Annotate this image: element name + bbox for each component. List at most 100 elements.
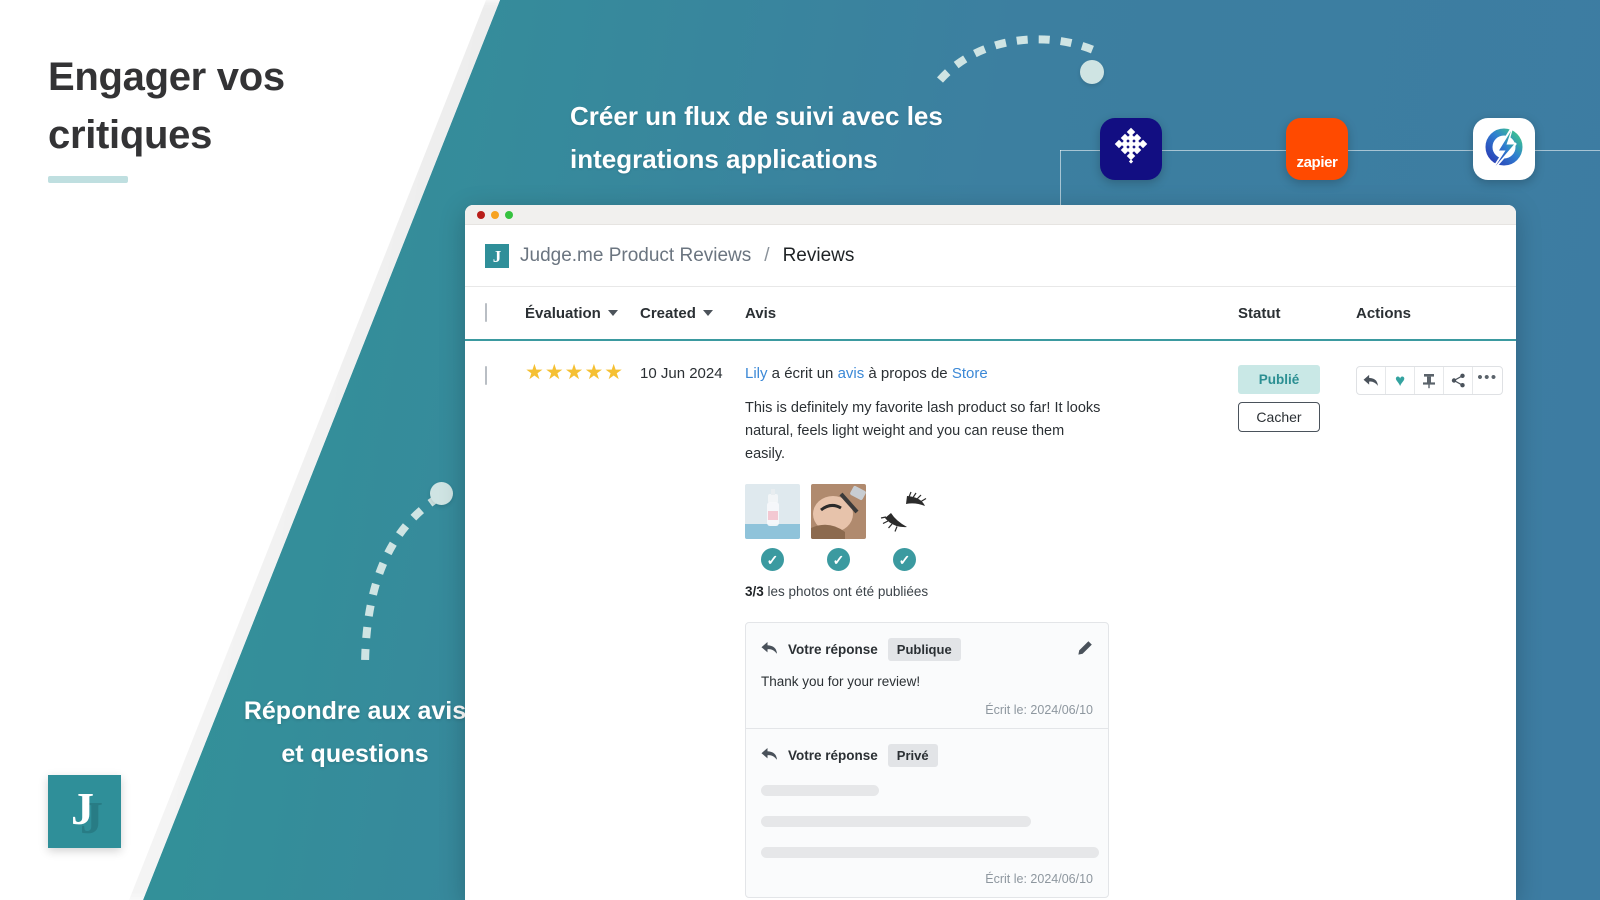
chevron-down-icon[interactable] — [703, 310, 713, 316]
minimize-window-icon[interactable] — [491, 211, 499, 219]
pin-action-icon[interactable] — [1415, 367, 1444, 394]
klaviyo-app-icon[interactable] — [1100, 118, 1162, 180]
photo-published-check-icon: ✓ — [761, 548, 784, 571]
column-header-evaluation-label: Évaluation — [525, 305, 601, 322]
review-photo-2[interactable]: ✓ — [811, 484, 866, 571]
photo-thumbnail[interactable] — [811, 484, 866, 539]
breadcrumb: J Judge.me Product Reviews / Reviews — [465, 225, 1516, 287]
slide-canvas: Engager vos critiques Créer un flux de s… — [0, 0, 1600, 900]
photo-thumbnail[interactable] — [745, 484, 800, 539]
reply-arrow-icon — [761, 641, 778, 659]
column-header-statut: Statut — [1238, 305, 1356, 322]
reply-visibility-chip-private: Privé — [888, 744, 938, 767]
store-link[interactable]: Store — [952, 365, 988, 382]
chevron-down-icon[interactable] — [608, 310, 618, 316]
reply-skeleton-line — [761, 785, 879, 796]
select-all-cell[interactable] — [485, 304, 525, 322]
review-cell: Lily a écrit un avis à propos de Store T… — [745, 361, 1238, 898]
row-select-checkbox[interactable] — [485, 366, 487, 385]
photo-published-check-icon: ✓ — [893, 548, 916, 571]
actions-cell: ♥ — [1356, 361, 1516, 898]
review-photos: ✓ ✓ — [745, 484, 1238, 571]
created-date: 10 Jun 2024 — [640, 361, 745, 898]
row-select-cell[interactable] — [485, 361, 525, 898]
photo-published-count: 3/3 les photos ont été publiées — [745, 584, 1238, 599]
rating-cell: ★★★★★ — [525, 361, 640, 898]
status-badge: Publié — [1238, 365, 1320, 394]
photo-thumbnail[interactable] — [877, 484, 932, 539]
review-photo-1[interactable]: ✓ — [745, 484, 800, 571]
curve-endpoint-dot-top — [1080, 60, 1104, 84]
breadcrumb-app-name[interactable]: Judge.me Product Reviews — [520, 245, 751, 267]
reply-private-header: Votre réponse Privé — [761, 744, 1093, 767]
window-titlebar — [465, 205, 1516, 225]
review-link[interactable]: avis — [838, 365, 865, 382]
column-header-created-label: Created — [640, 305, 696, 322]
status-cell: Publié Cacher — [1238, 361, 1356, 898]
ellipsis-glyph-icon: ••• — [1477, 370, 1497, 385]
edit-reply-icon[interactable] — [1077, 640, 1093, 660]
zapier-label: zapier — [1297, 154, 1338, 171]
reply-caption: Répondre aux avis et questions — [240, 690, 470, 776]
share-action-icon[interactable] — [1444, 367, 1473, 394]
maximize-window-icon[interactable] — [505, 211, 513, 219]
reply-private: Votre réponse Privé Écrit le: 2024/06/10 — [746, 728, 1108, 897]
klaviyo-glyph-icon — [1108, 126, 1154, 172]
browser-window: J Judge.me Product Reviews / Reviews Éva… — [465, 205, 1516, 900]
review-photo-3[interactable]: ✓ — [877, 484, 932, 571]
reply-action-icon[interactable] — [1357, 367, 1386, 394]
page-title: Engager vos critiques — [48, 48, 448, 164]
judgeme-corner-logo: J — [48, 775, 121, 848]
hide-review-button[interactable]: Cacher — [1238, 402, 1320, 432]
select-all-checkbox[interactable] — [485, 303, 487, 322]
review-headline-text2: à propos de — [864, 365, 952, 382]
reply-public: Votre réponse Publique Thank you for you… — [746, 623, 1108, 728]
reply-public-header: Votre réponse Publique — [761, 638, 1093, 661]
column-header-avis-label: Avis — [745, 305, 776, 322]
photo-count-number: 3/3 — [745, 584, 764, 599]
column-header-actions-label: Actions — [1356, 305, 1411, 322]
pin-glyph-icon — [1422, 373, 1436, 389]
breadcrumb-current-page: Reviews — [783, 245, 855, 267]
reply-public-date: Écrit le: 2024/06/10 — [761, 703, 1093, 717]
review-body-text: This is definitely my favorite lash prod… — [745, 397, 1105, 467]
omnisend-app-icon[interactable] — [1473, 118, 1535, 180]
column-header-avis: Avis — [745, 305, 1238, 322]
zapier-app-icon[interactable]: zapier — [1286, 118, 1348, 180]
judgeme-app-icon: J — [485, 244, 509, 268]
column-header-statut-label: Statut — [1238, 305, 1281, 322]
reply-public-text: Thank you for your review! — [761, 674, 1093, 689]
star-rating-icon: ★★★★★ — [525, 361, 624, 384]
close-window-icon[interactable] — [477, 211, 485, 219]
pencil-glyph-icon — [1077, 640, 1093, 656]
reply-arrow-glyph-icon — [1363, 374, 1379, 387]
replies-card: Votre réponse Publique Thank you for you… — [745, 622, 1109, 898]
share-glyph-icon — [1451, 373, 1466, 388]
column-header-evaluation[interactable]: Évaluation — [525, 305, 640, 322]
curve-endpoint-dot-bottom — [430, 482, 453, 505]
reply-public-label: Votre réponse — [788, 642, 878, 657]
integration-headline: Créer un flux de suivi avec les integrat… — [570, 95, 1040, 181]
more-action-icon[interactable]: ••• — [1473, 367, 1502, 394]
lash-application-photo — [811, 484, 866, 539]
reply-arrow-glyph-icon — [761, 747, 778, 761]
reply-skeleton-line — [761, 847, 1099, 858]
photo-count-text: les photos ont été publiées — [764, 584, 928, 599]
column-header-created[interactable]: Created — [640, 305, 745, 322]
connector-line-vertical — [1060, 150, 1061, 208]
reply-skeleton-line — [761, 816, 1031, 827]
table-row: ★★★★★ 10 Jun 2024 Lily a écrit un avis à… — [465, 341, 1516, 898]
photo-published-check-icon: ✓ — [827, 548, 850, 571]
reviewer-name-link[interactable]: Lily — [745, 365, 768, 382]
favorite-action-icon[interactable]: ♥ — [1386, 367, 1415, 394]
reply-arrow-icon — [761, 747, 778, 765]
reviews-table-header: Évaluation Created Avis Statut Actions — [465, 287, 1516, 341]
breadcrumb-separator: / — [764, 245, 769, 267]
review-headline: Lily a écrit un avis à propos de Store — [745, 363, 1238, 386]
action-toolbar: ♥ — [1356, 366, 1503, 395]
review-headline-text1: a écrit un — [768, 365, 838, 382]
omnisend-glyph-icon — [1480, 125, 1528, 173]
title-underline — [48, 176, 128, 183]
reply-arrow-glyph-icon — [761, 641, 778, 655]
lash-cleanser-photo — [745, 484, 800, 539]
